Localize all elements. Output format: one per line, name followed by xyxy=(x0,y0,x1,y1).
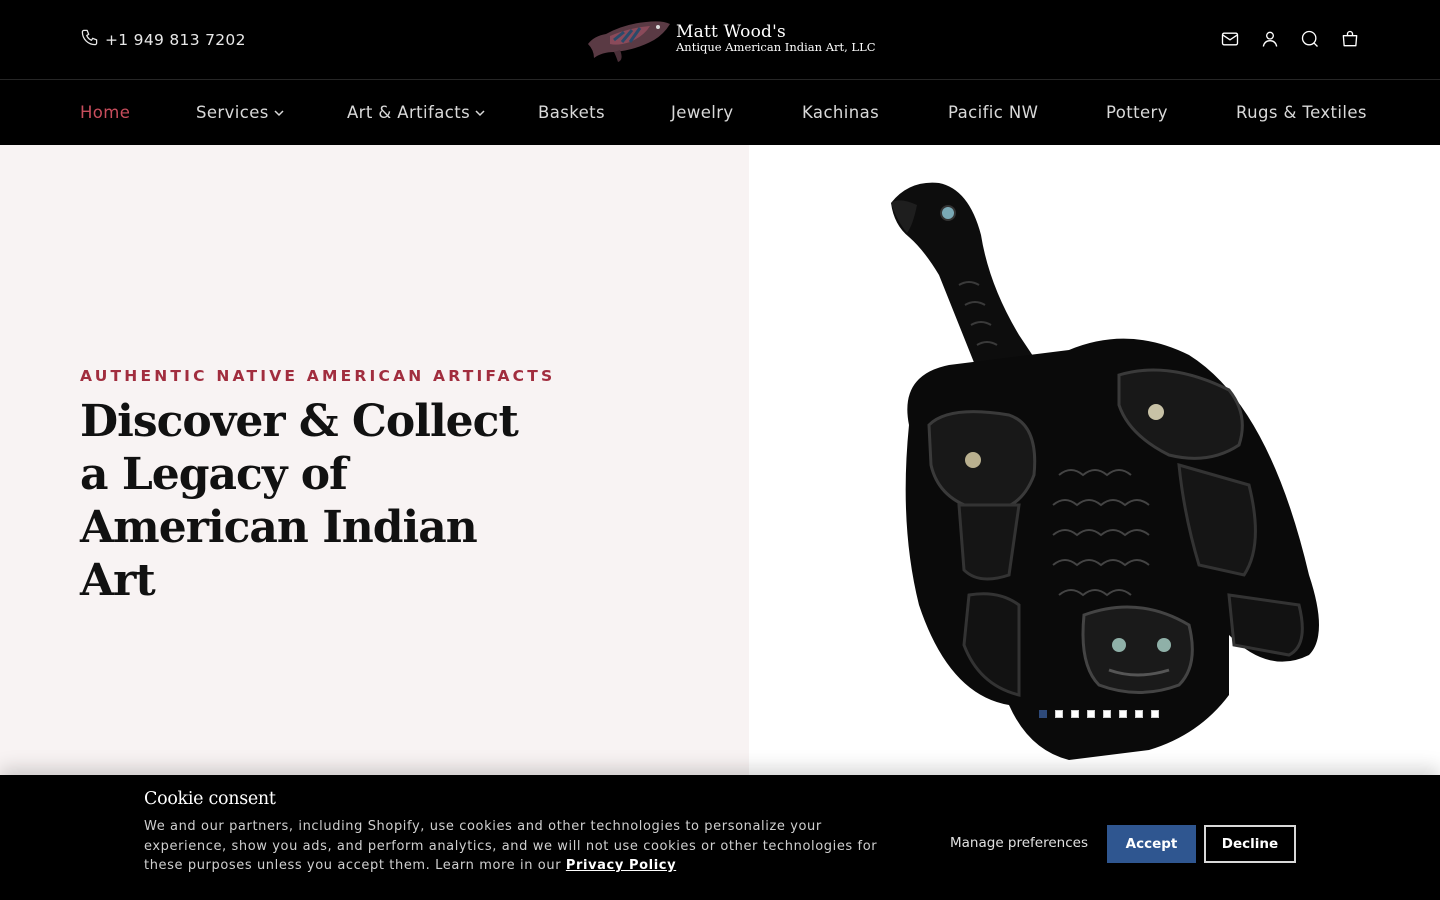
slider-dot[interactable] xyxy=(1071,710,1079,718)
nav-item-label: Baskets xyxy=(538,103,606,122)
nav-item-baskets[interactable]: Baskets xyxy=(538,103,605,122)
nav-item-label: Jewelry xyxy=(671,103,734,122)
privacy-policy-link[interactable]: Privacy Policy xyxy=(566,858,676,873)
hero-text-panel: AUTHENTIC NATIVE AMERICAN ARTIFACTS Disc… xyxy=(0,145,749,775)
main-nav: Home Services Art & Artifacts Baskets Je… xyxy=(0,81,1440,145)
nav-item-home[interactable]: Home xyxy=(80,103,130,122)
search-icon[interactable] xyxy=(1300,29,1320,49)
cookie-title: Cookie consent xyxy=(144,789,276,809)
slider-dot[interactable] xyxy=(1039,710,1047,718)
top-bar: +1 949 813 7202 Matt Wood's Antique Amer… xyxy=(0,0,1440,80)
phone-link[interactable]: +1 949 813 7202 xyxy=(80,28,246,51)
nav-item-label: Pottery xyxy=(1106,103,1168,122)
cookie-text: We and our partners, including Shopify, … xyxy=(144,819,878,873)
slider-dot[interactable] xyxy=(1087,710,1095,718)
nav-item-pottery[interactable]: Pottery xyxy=(1106,103,1168,122)
nav-item-label: Home xyxy=(80,103,131,122)
nav-item-label: Art & Artifacts xyxy=(347,103,471,122)
slider-dot[interactable] xyxy=(1135,710,1143,718)
phone-icon xyxy=(80,28,99,51)
hero-image-panel xyxy=(749,145,1440,775)
slider-dot[interactable] xyxy=(1055,710,1063,718)
slider-pagination xyxy=(1039,710,1159,718)
cookie-description: We and our partners, including Shopify, … xyxy=(144,817,884,876)
hero-headline: Discover & Collect a Legacy of American … xyxy=(80,396,519,606)
nav-item-art-artifacts[interactable]: Art & Artifacts xyxy=(347,103,486,122)
nav-item-label: Kachinas xyxy=(802,103,880,122)
carved-eagle-image xyxy=(891,182,1319,760)
cookie-consent-banner: Cookie consent We and our partners, incl… xyxy=(0,775,1440,900)
site-logo[interactable]: Matt Wood's Antique American Indian Art,… xyxy=(584,14,876,64)
nav-item-rugs-textiles[interactable]: Rugs & Textiles xyxy=(1236,103,1367,122)
account-icon[interactable] xyxy=(1260,29,1280,49)
manage-preferences-button[interactable]: Manage preferences xyxy=(950,835,1088,851)
slider-dot[interactable] xyxy=(1103,710,1111,718)
nav-item-pacific-nw[interactable]: Pacific NW xyxy=(948,103,1038,122)
decline-button[interactable]: Decline xyxy=(1204,825,1296,863)
phone-number: +1 949 813 7202 xyxy=(105,30,246,49)
chevron-down-icon xyxy=(475,109,485,116)
slider-dot[interactable] xyxy=(1151,710,1159,718)
nav-item-label: Pacific NW xyxy=(948,103,1039,122)
mail-icon[interactable] xyxy=(1220,29,1240,49)
slider-dot[interactable] xyxy=(1119,710,1127,718)
hero-eyebrow: AUTHENTIC NATIVE AMERICAN ARTIFACTS xyxy=(80,367,556,385)
nav-item-services[interactable]: Services xyxy=(196,103,285,122)
accept-button[interactable]: Accept xyxy=(1107,825,1196,863)
nav-item-label: Services xyxy=(196,103,269,122)
nav-item-label: Rugs & Textiles xyxy=(1236,103,1367,122)
nav-item-jewelry[interactable]: Jewelry xyxy=(671,103,734,122)
salmon-logo-icon xyxy=(588,21,670,62)
logo-subtitle: Antique American Indian Art, LLC xyxy=(676,40,876,55)
logo-title: Matt Wood's xyxy=(676,22,786,43)
nav-item-kachinas[interactable]: Kachinas xyxy=(802,103,879,122)
cart-icon[interactable] xyxy=(1340,29,1360,49)
chevron-down-icon xyxy=(274,109,284,116)
